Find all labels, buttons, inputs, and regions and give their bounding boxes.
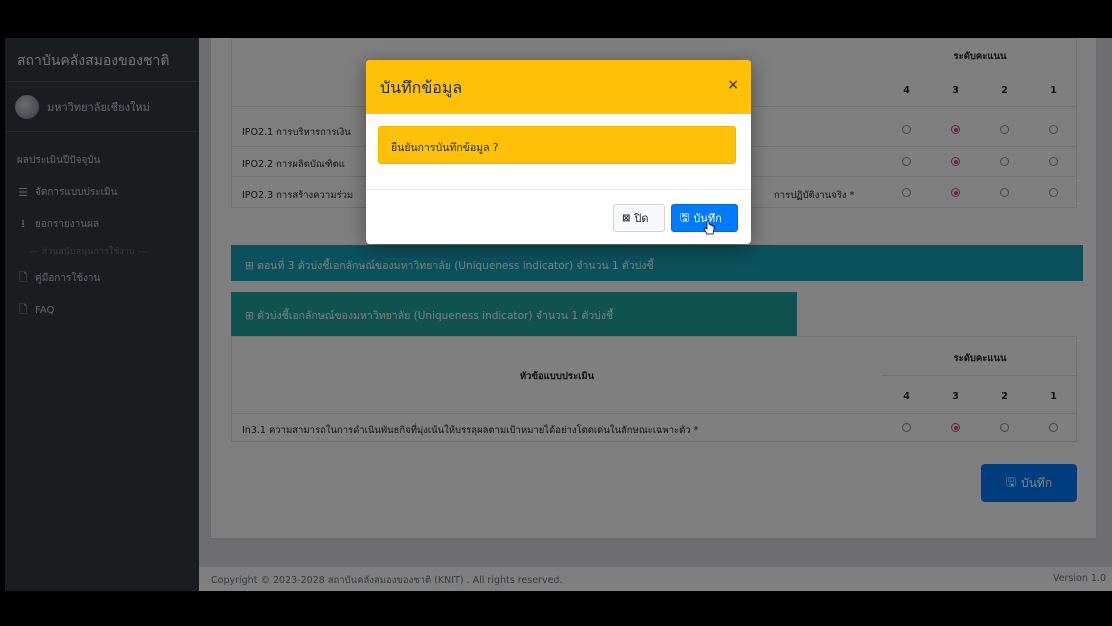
app-screen: สถาบันคลังสมองของชาติ มหาวิทยาลัยเชียงให…: [5, 38, 1112, 591]
close-box-icon: ⊠: [622, 212, 631, 224]
close-icon[interactable]: ×: [727, 77, 739, 93]
modal-footer: ⊠ ปิด 🖫 บันทึก: [366, 190, 751, 244]
modal-body: ยืนยันการบันทึกข้อมูล ?: [366, 114, 751, 190]
confirm-message: ยืนยันการบันทึกข้อมูล ?: [378, 126, 736, 164]
confirm-save-modal: บันทึกข้อมูล × ยืนยันการบันทึกข้อมูล ? ⊠…: [366, 60, 751, 244]
save-icon: 🖫: [680, 210, 690, 224]
modal-close-label: ปิด: [634, 212, 649, 225]
modal-header: บันทึกข้อมูล ×: [366, 60, 751, 114]
modal-close-button[interactable]: ⊠ ปิด: [613, 204, 665, 232]
modal-title: บันทึกข้อมูล: [380, 78, 463, 97]
hand-cursor-icon: [703, 220, 715, 235]
